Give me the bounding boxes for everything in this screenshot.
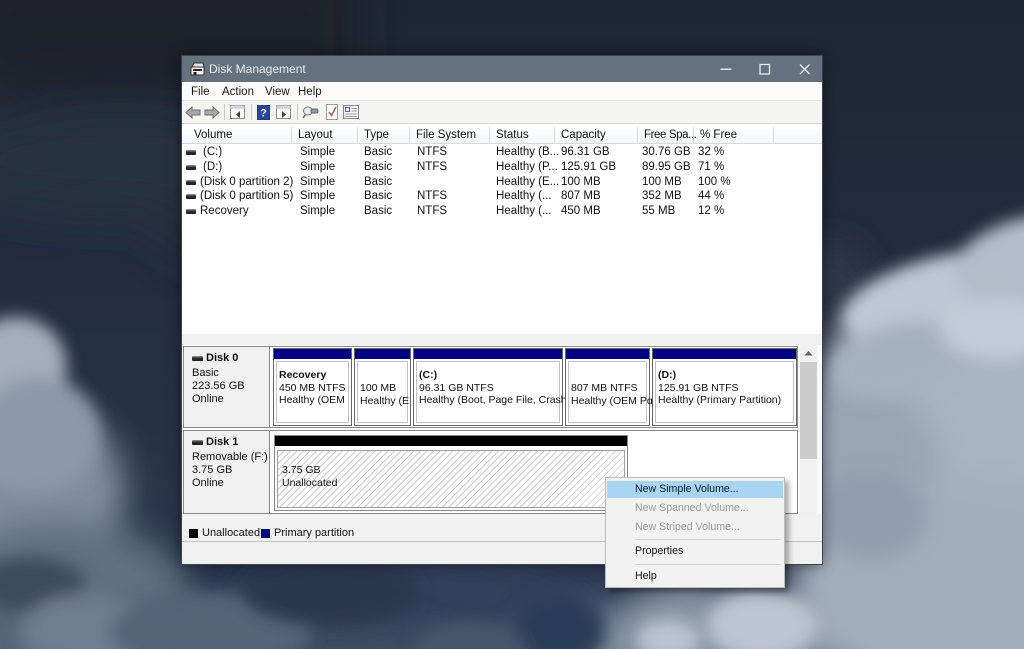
svg-text:?: ? <box>260 108 267 120</box>
